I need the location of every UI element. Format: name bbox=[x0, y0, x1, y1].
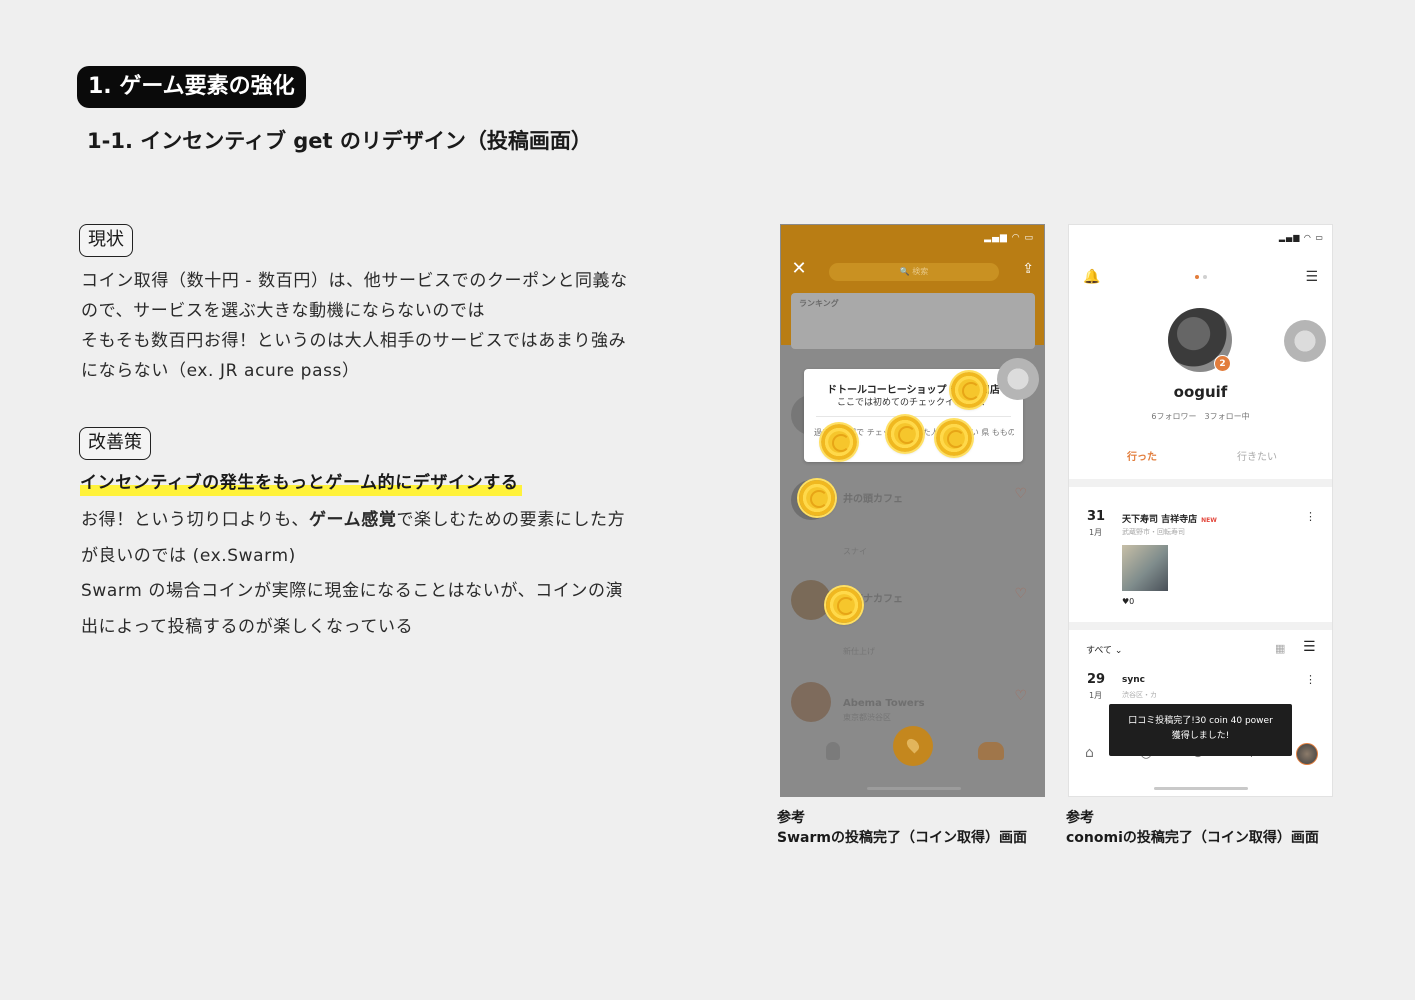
improvement-line-3: Swarm の場合コインが実際に現金になることはないが、コインの演 bbox=[81, 581, 624, 601]
divider bbox=[1069, 622, 1332, 630]
post-title-text: 天下寿司 吉祥寺店 bbox=[1122, 515, 1198, 525]
improvement-line-1: お得！という切り口よりも、ゲーム感覚で楽しむための要素にした方 bbox=[81, 503, 625, 539]
tab-want[interactable]: 行きたい bbox=[1237, 448, 1277, 463]
home-indicator bbox=[867, 787, 961, 790]
more-icon[interactable]: ⋮ bbox=[1305, 673, 1316, 686]
current-status-tag: 現状 bbox=[79, 224, 133, 257]
post-month: 1月 bbox=[1089, 528, 1103, 537]
coin-icon bbox=[887, 416, 923, 452]
page-dots bbox=[1195, 275, 1207, 279]
post-photo[interactable] bbox=[1122, 545, 1168, 591]
popup-title: ドトールコーヒーショップ 吉祥寺口店 bbox=[826, 385, 1001, 396]
ranking-card: ランキング bbox=[791, 293, 1035, 349]
status-bar-icons: ▂▄▆ ◠ ▭ bbox=[1278, 233, 1324, 242]
post-subtitle: 渋谷区・カ bbox=[1122, 691, 1157, 699]
venue-sub: 新仕上げ bbox=[843, 647, 875, 656]
swarm-tab-bar bbox=[781, 716, 1044, 796]
caption-text: conomiの投稿完了（コイン取得）画面 bbox=[1066, 830, 1319, 846]
coin-icon bbox=[799, 480, 835, 516]
post-day: 29 bbox=[1087, 672, 1106, 687]
floating-circle bbox=[997, 358, 1039, 400]
improvement-line-1-bold: ゲーム感覚 bbox=[308, 510, 397, 530]
improvement-highlight: インセンティブの発生をもっとゲーム的にデザインする bbox=[80, 470, 523, 496]
toast-line-2: 獲得しました! bbox=[1171, 731, 1230, 741]
coin-toast: 口コミ投稿完了!30 coin 40 power 獲得しました! bbox=[1109, 704, 1292, 756]
venue-sub: スナイ bbox=[843, 547, 867, 556]
current-line-4: にならない（ex. JR acure pass） bbox=[81, 361, 360, 381]
like-count[interactable]: ♥0 bbox=[1122, 597, 1134, 606]
avatar bbox=[791, 580, 831, 620]
share-icon[interactable]: ⇪ bbox=[1022, 261, 1034, 277]
post-title[interactable]: 天下寿司 吉祥寺店 NEW bbox=[1122, 512, 1217, 525]
improvement-line-1-pre: お得！という切り口よりも、 bbox=[81, 510, 309, 530]
status-bar-icons: ▂▄▆ ◠ ▭ bbox=[984, 233, 1034, 243]
coin-icon bbox=[826, 587, 862, 623]
tab-went[interactable]: 行った bbox=[1127, 448, 1157, 463]
username: ooguif bbox=[1173, 383, 1228, 401]
ranking-label: ランキング bbox=[799, 299, 839, 308]
divider bbox=[816, 416, 1011, 417]
checkin-button[interactable] bbox=[893, 726, 933, 766]
venue-name: Abema Towers bbox=[843, 698, 925, 709]
coin-icon bbox=[951, 372, 987, 408]
improvement-line-2: が良いのでは (ex.Swarm) bbox=[81, 545, 296, 566]
current-line-3: そもそも数百円お得！というのは大人相手のサービスではあまり強み bbox=[81, 331, 627, 351]
subsection-title: 1-1. インセンティブ get のリデザイン（投稿画面） bbox=[87, 129, 592, 153]
follow-counts[interactable]: 6フォロワー 3フォロー中 bbox=[1069, 411, 1332, 422]
caption-label: 参考 bbox=[777, 810, 805, 826]
close-icon[interactable]: ✕ bbox=[789, 259, 809, 279]
more-icon[interactable]: ⋮ bbox=[1305, 510, 1316, 523]
friends-icon[interactable] bbox=[978, 742, 1004, 760]
new-badge: NEW bbox=[1201, 517, 1217, 524]
toast-line-1: 口コミ投稿完了!30 coin 40 power bbox=[1128, 716, 1273, 726]
heart-icon[interactable]: ♡ bbox=[1014, 586, 1027, 602]
list-view-icon[interactable]: ☰ bbox=[1303, 639, 1316, 655]
conomi-caption: 参考 conomiの投稿完了（コイン取得）画面 bbox=[1066, 808, 1319, 848]
post-title[interactable]: sync bbox=[1122, 675, 1145, 685]
caption-label: 参考 bbox=[1066, 810, 1094, 826]
swarm-screenshot: ▂▄▆ ◠ ▭ ✕ 🔍 検索 ⇪ ランキング 井の頭カフェ スナイ ♡ 東京ナカ… bbox=[780, 224, 1045, 797]
floating-circle bbox=[1284, 320, 1326, 362]
heart-icon[interactable]: ♡ bbox=[1014, 486, 1027, 502]
post-subtitle: 武蔵野市・回転寿司 bbox=[1122, 528, 1185, 536]
conomi-screenshot: ▂▄▆ ◠ ▭ 🔔 ☰ 2 ooguif 6フォロワー 3フォロー中 行った 行… bbox=[1068, 224, 1333, 797]
divider bbox=[1069, 479, 1332, 487]
home-icon[interactable]: ⌂ bbox=[1085, 745, 1094, 761]
current-status-text: コイン取得（数十円 - 数百円）は、他サービスでのクーポンと同義な ので、サービ… bbox=[81, 266, 628, 386]
coin-icon bbox=[936, 420, 972, 456]
post-month: 1月 bbox=[1089, 691, 1103, 700]
improvement-tag: 改善策 bbox=[79, 427, 151, 460]
post-day: 31 bbox=[1087, 509, 1106, 524]
swarm-caption: 参考 Swarmの投稿完了（コイン取得）画面 bbox=[777, 808, 1027, 848]
list-item[interactable]: 東京ナカフェ 新仕上げ ♡ bbox=[791, 580, 1035, 670]
caption-text: Swarmの投稿完了（コイン取得）画面 bbox=[777, 830, 1027, 846]
current-line-1: コイン取得（数十円 - 数百円）は、他サービスでのクーポンと同義な bbox=[81, 271, 628, 291]
menu-icon[interactable]: ☰ bbox=[1305, 269, 1318, 285]
improvement-text: お得！という切り口よりも、ゲーム感覚で楽しむための要素にした方 が良いのでは (… bbox=[81, 503, 625, 645]
person-icon[interactable] bbox=[826, 742, 840, 760]
grid-view-icon[interactable]: ▦ bbox=[1275, 642, 1285, 655]
popup-subtitle: ここでは初めてのチェックインです！ bbox=[836, 398, 990, 408]
improvement-line-1-post: で楽しむための要素にした方 bbox=[396, 510, 626, 530]
improvement-line-4: 出によって投稿するのが楽しくなっている bbox=[81, 616, 414, 637]
coin-icon bbox=[821, 424, 857, 460]
search-input[interactable]: 🔍 検索 bbox=[829, 263, 999, 281]
heart-icon[interactable]: ♡ bbox=[1014, 688, 1027, 704]
level-badge: 2 bbox=[1214, 355, 1231, 372]
current-line-2: ので、サービスを選ぶ大きな動機にならないのでは bbox=[81, 301, 486, 321]
avatar[interactable] bbox=[1296, 743, 1318, 765]
section-title-badge: 1. ゲーム要素の強化 bbox=[77, 66, 306, 108]
bell-icon[interactable]: 🔔 bbox=[1083, 269, 1100, 285]
venue-name: 井の頭カフェ bbox=[843, 494, 903, 505]
filter-dropdown[interactable]: すべて ⌄ bbox=[1086, 643, 1122, 656]
home-indicator bbox=[1154, 787, 1248, 790]
